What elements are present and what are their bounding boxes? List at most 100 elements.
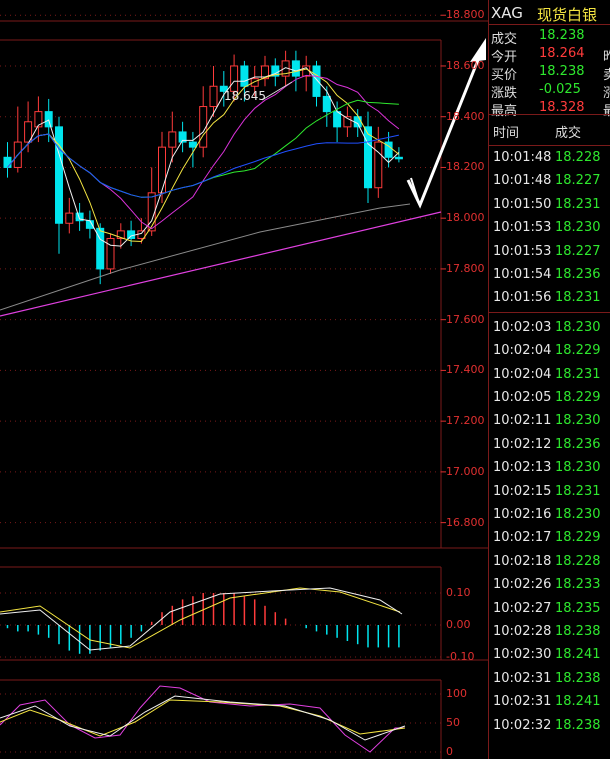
price-tick-label: 17.800 (446, 261, 485, 275)
price-tick-label: 18.800 (446, 8, 485, 22)
price-tick-label: 18.200 (446, 160, 485, 174)
quote-panel: XAG 现货白银 成交 18.238 今开 18.264 昨买价 18.238 卖涨跌 -0.… (488, 0, 610, 759)
tick-row[interactable]: 10:02:31 18.241 (489, 690, 610, 713)
tick-price: 18.231 (555, 290, 601, 306)
kdj-k-line (0, 695, 406, 741)
tick-row[interactable]: 10:02:17 18.229 (489, 526, 610, 549)
macd-dif-line (0, 587, 403, 651)
quote-row: 成交 18.238 (489, 27, 610, 47)
tick-time: 10:02:28 (493, 624, 552, 639)
tick-row[interactable]: 10:01:54 18.236 (489, 263, 610, 286)
candle-body (333, 111, 342, 128)
candle-body (55, 126, 63, 224)
tick-row[interactable]: 10:02:13 18.230 (489, 456, 610, 479)
tick-time: 10:02:26 (493, 577, 552, 593)
tick-time: 10:02:18 (493, 553, 552, 569)
high-label: 18.645 (224, 89, 266, 103)
tick-row[interactable]: 10:01:50 18.231 (489, 193, 610, 216)
price-tick-label: 18.400 (446, 109, 485, 123)
tick-price: 18.231 (555, 483, 601, 499)
candle-body (65, 212, 74, 224)
price-tick-label: 17.000 (446, 464, 485, 478)
kdj-j-line (0, 685, 405, 753)
tick-row[interactable]: 10:02:15 18.231 (489, 480, 610, 503)
tick-time: 10:02:31 (493, 670, 552, 686)
instrument-header: XAG 现货白银 (489, 0, 610, 25)
candle-body (127, 230, 136, 239)
tick-time: 10:02:13 (493, 460, 552, 476)
tick-row[interactable]: 10:01:48 18.227 (489, 169, 610, 192)
tick-price: 18.229 (555, 530, 601, 546)
tick-row[interactable]: 10:02:18 18.228 (489, 550, 610, 573)
tick-time: 10:02:27 (493, 600, 552, 616)
macd-tick-label: 0.00 (446, 618, 471, 631)
tick-time: 10:02:11 (493, 413, 552, 429)
tick-row[interactable]: 10:01:56 18.231 (489, 286, 610, 309)
candle-body (209, 85, 218, 108)
tick-row[interactable]: 10:02:27 18.235 (489, 597, 610, 620)
instrument-symbol: XAG (491, 4, 523, 22)
tick-time: 10:02:32 (493, 717, 552, 733)
candle-body (230, 65, 239, 92)
tick-price: 18.227 (555, 243, 601, 259)
tick-price: 18.230 (555, 413, 601, 429)
tick-price: 18.231 (555, 366, 601, 382)
tick-time: 10:02:31 (493, 694, 552, 710)
tick-price: 18.241 (555, 694, 601, 710)
candle-body (188, 141, 197, 148)
tick-time: 10:02:16 (493, 507, 552, 522)
quote-row: 买价 18.238 卖 (489, 63, 610, 83)
tick-time: 10:01:53 (493, 243, 552, 259)
tick-price: 18.228 (555, 150, 601, 165)
candle-body (34, 111, 43, 128)
tick-price: 18.231 (555, 196, 601, 212)
tick-price: 18.229 (555, 343, 601, 359)
tick-row[interactable]: 10:02:30 18.241 (489, 643, 610, 666)
kline-chart[interactable]: 18.645 (0, 0, 488, 759)
tick-row[interactable]: 10:02:16 18.230 (489, 503, 610, 526)
tick-time: 10:02:05 (493, 390, 552, 405)
tick-time: 10:01:48 (493, 150, 552, 165)
tick-time: 10:02:17 (493, 530, 552, 546)
quote-value: 18.238 (539, 28, 585, 43)
candle-body (291, 60, 300, 77)
tick-row[interactable]: 10:01:53 18.230 (489, 216, 610, 239)
tick-row[interactable]: 10:02:11 18.230 (489, 409, 610, 432)
tick-row[interactable]: 10:02:04 18.229 (489, 339, 610, 362)
tick-price: 18.233 (555, 577, 601, 593)
quote-row: 今开 18.264 昨 (489, 45, 610, 65)
tick-price: 18.230 (555, 460, 601, 476)
tick-row[interactable]: 10:02:04 18.231 (489, 363, 610, 386)
tick-price: 18.236 (555, 436, 601, 452)
tick-row[interactable]: 10:02:28 18.238 (489, 620, 610, 643)
tick-time: 10:01:48 (493, 173, 552, 189)
instrument-name: 现货白银 (537, 6, 598, 24)
tick-row[interactable]: 10:02:03 18.230 (489, 316, 610, 339)
tick-time: 10:02:30 (493, 647, 552, 663)
tick-time: 10:02:12 (493, 436, 552, 452)
price-tick-label: 17.600 (446, 312, 485, 326)
tick-row[interactable]: 10:02:05 18.229 (489, 386, 610, 409)
tick-row[interactable]: 10:01:53 18.227 (489, 240, 610, 263)
tick-row[interactable]: 10:02:26 18.233 (489, 573, 610, 596)
tick-price: 18.230 (555, 507, 601, 522)
candle-body (312, 65, 321, 97)
tick-row[interactable]: 10:02:31 18.238 (489, 667, 610, 690)
tick-row[interactable]: 10:01:48 18.228 (489, 146, 610, 169)
price-tick-label: 17.400 (446, 363, 485, 377)
tick-time: 10:01:53 (493, 220, 552, 236)
tick-row[interactable]: 10:02:12 18.236 (489, 433, 610, 456)
candle-body (158, 146, 166, 194)
quote-value: 18.238 (539, 64, 585, 79)
tick-time: 10:02:03 (493, 319, 552, 335)
tick-row[interactable]: 10:02:32 18.238 (489, 714, 610, 737)
ticks-header-price: 成交 (555, 126, 582, 141)
tick-time: 10:01:50 (493, 196, 552, 212)
candle-body (168, 131, 177, 148)
price-tick-label: 18.600 (446, 58, 485, 72)
tick-time: 10:02:15 (493, 483, 552, 499)
drawn-arrow (406, 54, 482, 209)
kdj-d-line (0, 699, 406, 737)
candle-body (250, 78, 259, 87)
kdj-tick-label: 50 (446, 716, 460, 729)
